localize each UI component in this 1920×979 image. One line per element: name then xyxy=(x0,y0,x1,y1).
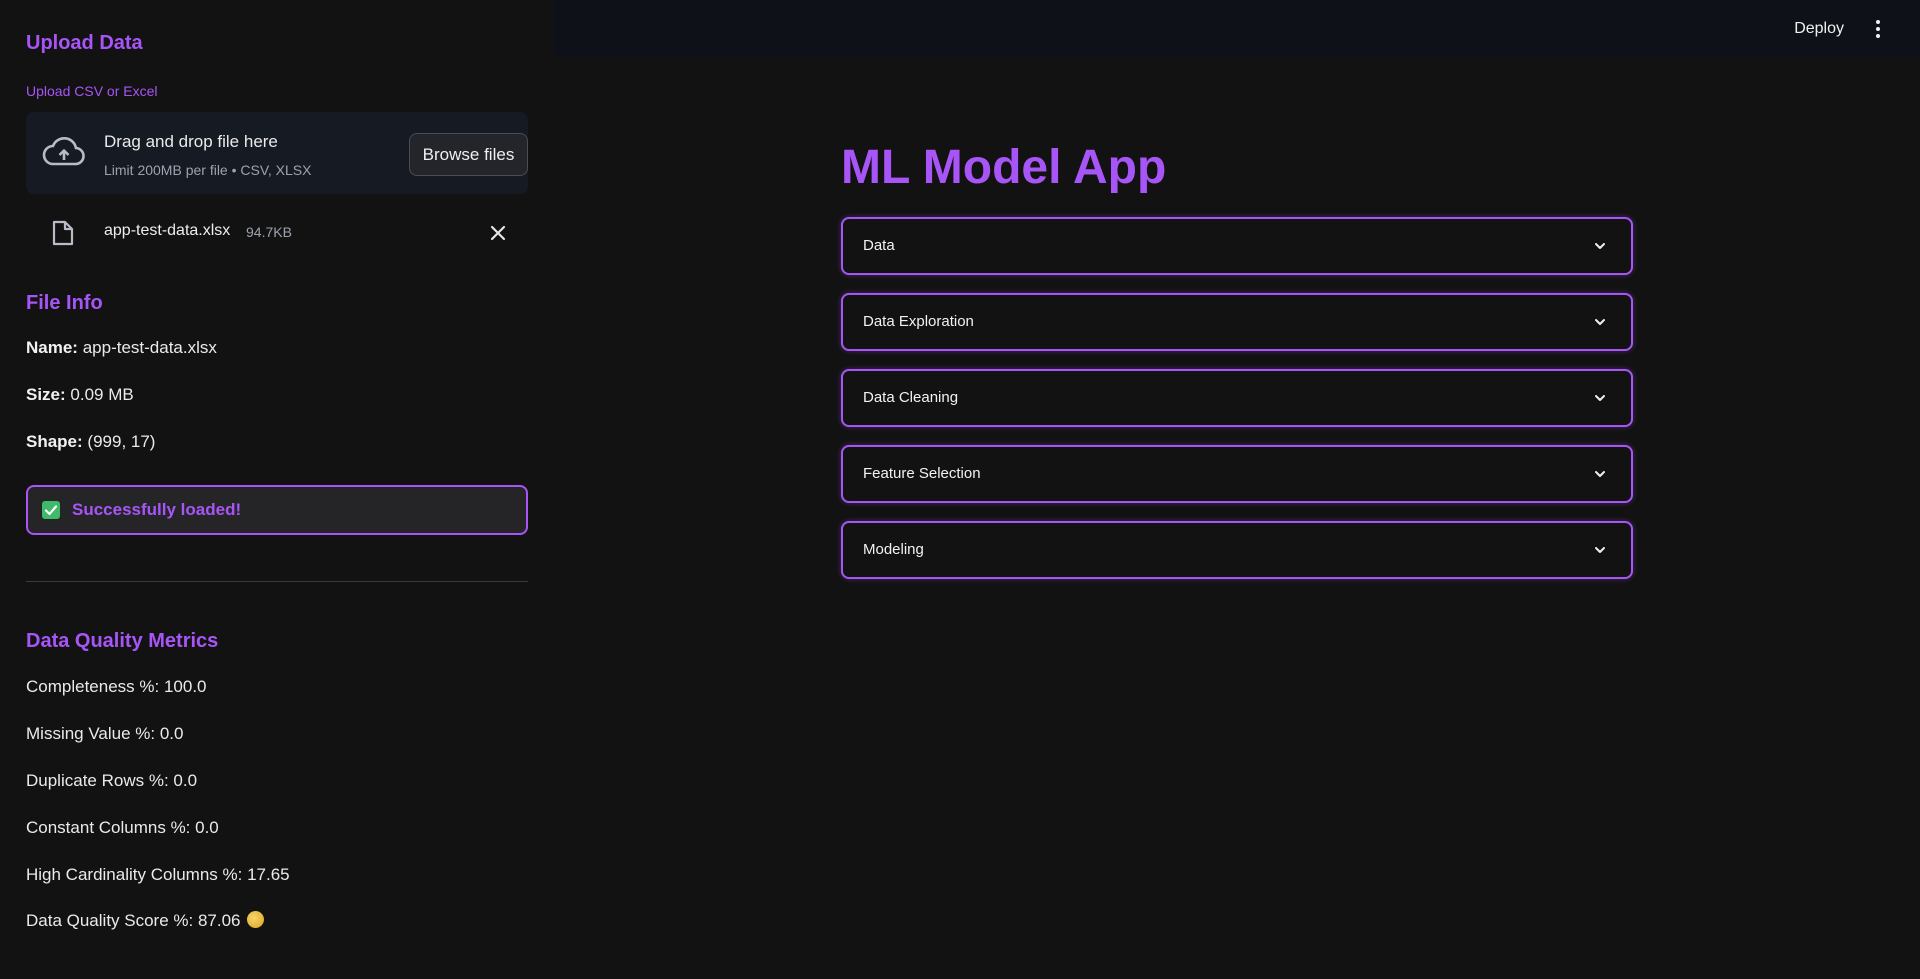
chevron-down-icon xyxy=(1595,243,1605,249)
file-info-heading: File Info xyxy=(26,292,103,314)
expander-label: Data xyxy=(863,237,895,254)
success-alert: Successfully loaded! xyxy=(26,485,528,535)
metric-high-cardinality: High Cardinality Columns %: 17.65 xyxy=(26,865,290,884)
upload-data-heading: Upload Data xyxy=(26,32,143,54)
kebab-menu-icon[interactable] xyxy=(1874,20,1882,40)
expander-modeling[interactable]: Modeling xyxy=(841,521,1633,579)
page-title: ML Model App xyxy=(841,141,1167,194)
metric-constant-columns: Constant Columns %: 0.0 xyxy=(26,818,219,837)
success-message: Successfully loaded! xyxy=(72,500,242,519)
expander-data[interactable]: Data xyxy=(841,217,1633,275)
check-icon xyxy=(42,501,60,519)
deploy-button[interactable]: Deploy xyxy=(1794,20,1844,38)
file-info-name: Name: app-test-data.xlsx xyxy=(26,338,217,358)
top-header: Deploy xyxy=(554,0,1920,58)
file-info-size: Size: 0.09 MB xyxy=(26,385,134,405)
data-quality-heading: Data Quality Metrics xyxy=(26,630,219,652)
chevron-down-icon xyxy=(1595,395,1605,401)
expander-data-exploration[interactable]: Data Exploration xyxy=(841,293,1633,351)
metric-missing-value: Missing Value %: 0.0 xyxy=(26,724,184,743)
expander-label: Data Cleaning xyxy=(863,389,959,406)
name-value: app-test-data.xlsx xyxy=(82,338,217,357)
expander-data-cleaning[interactable]: Data Cleaning xyxy=(841,369,1633,427)
expander-label: Feature Selection xyxy=(863,465,981,482)
expander-feature-selection[interactable]: Feature Selection xyxy=(841,445,1633,503)
expander-label: Data Exploration xyxy=(863,313,974,330)
chevron-down-icon xyxy=(1595,471,1605,477)
chevron-down-icon xyxy=(1595,547,1605,553)
metric-quality-score: Data Quality Score %: 87.06 xyxy=(26,911,241,930)
browse-files-button[interactable]: Browse files xyxy=(409,133,528,176)
metric-duplicate-rows: Duplicate Rows %: 0.0 xyxy=(26,771,198,790)
metric-completeness: Completeness %: 100.0 xyxy=(26,677,207,696)
file-icon xyxy=(52,220,74,246)
sidebar: Upload Data Upload CSV or Excel Drag and… xyxy=(0,0,554,979)
name-label: Name: xyxy=(26,338,78,357)
shape-value: (999, 17) xyxy=(87,432,156,451)
expander-label: Modeling xyxy=(863,541,924,558)
metric-quality-score-row: Data Quality Score %: 87.06 xyxy=(26,911,264,931)
cloud-upload-icon xyxy=(42,136,85,166)
dropzone-subtitle: Limit 200MB per file • CSV, XLSX xyxy=(104,162,312,178)
close-icon[interactable] xyxy=(488,223,508,243)
uploaded-file-name: app-test-data.xlsx xyxy=(104,222,231,239)
coin-icon xyxy=(246,911,264,928)
file-info-shape: Shape: (999, 17) xyxy=(26,432,155,452)
size-value: 0.09 MB xyxy=(70,385,134,404)
uploaded-file-size: 94.7KB xyxy=(246,224,292,240)
chevron-down-icon xyxy=(1595,319,1605,325)
uploaded-file-row: app-test-data.xlsx 94.7KB xyxy=(26,210,528,256)
dropzone-title: Drag and drop file here xyxy=(104,132,278,151)
size-label: Size: xyxy=(26,385,66,404)
sidebar-divider xyxy=(26,581,528,582)
file-dropzone[interactable]: Drag and drop file here Limit 200MB per … xyxy=(26,112,528,194)
upload-label: Upload CSV or Excel xyxy=(26,83,158,99)
shape-label: Shape: xyxy=(26,432,83,451)
